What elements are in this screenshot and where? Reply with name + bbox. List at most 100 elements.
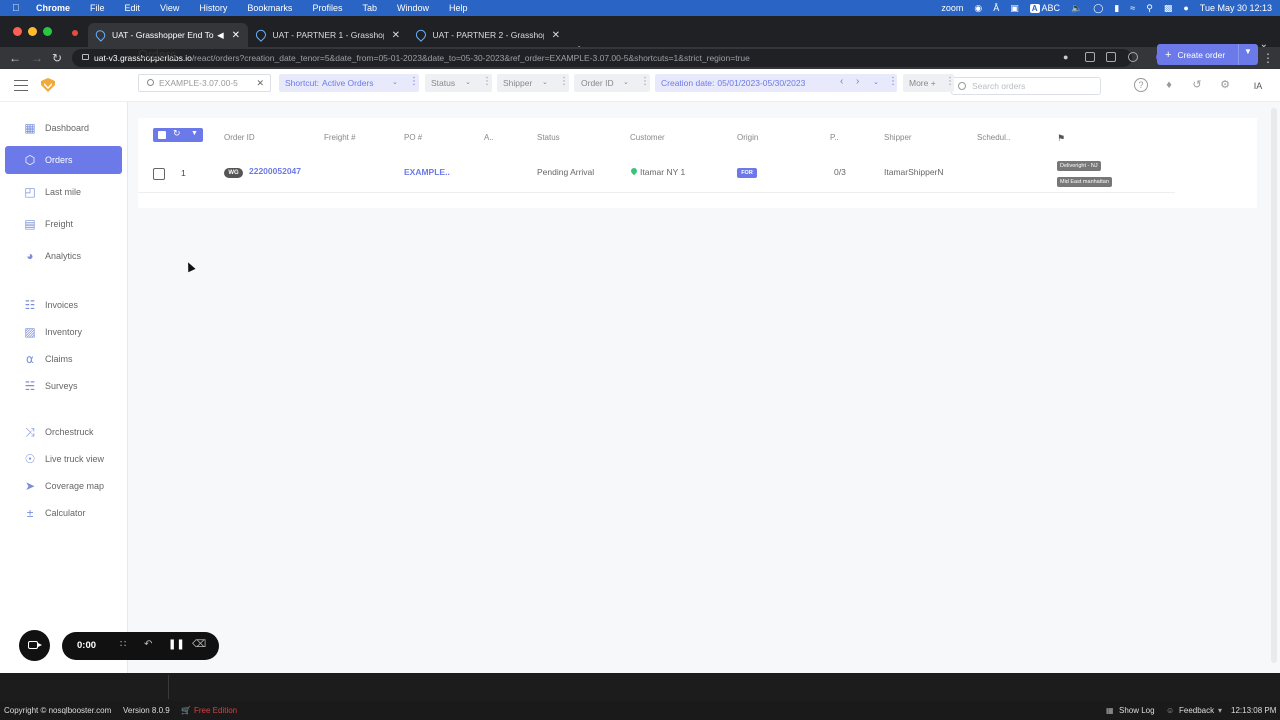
- column-header-po[interactable]: PO #: [404, 133, 422, 142]
- sidebar-item-calculator[interactable]: ± Calculator: [5, 499, 122, 527]
- clear-icon[interactable]: ✕: [256, 78, 264, 89]
- trash-icon[interactable]: ⌫: [192, 639, 206, 650]
- bookmark-star-icon[interactable]: [1128, 52, 1138, 62]
- record-status-icon[interactable]: ◉: [974, 3, 982, 14]
- control-center-icon[interactable]: ▩: [1164, 3, 1173, 14]
- undo-icon[interactable]: ↶: [144, 639, 152, 650]
- tab-close-icon[interactable]: ✕: [392, 30, 400, 41]
- bell-icon[interactable]: ♦: [1162, 78, 1176, 92]
- window-minimize-button[interactable]: [28, 27, 37, 36]
- menu-app-chrome[interactable]: Chrome: [36, 3, 70, 13]
- refresh-icon[interactable]: ↻: [173, 128, 181, 139]
- bluetooth-icon[interactable]: Å: [993, 3, 999, 13]
- column-header-customer[interactable]: Customer: [630, 133, 665, 142]
- menu-datetime[interactable]: Tue May 30 12:13: [1200, 3, 1272, 13]
- sidebar-item-coverage-map[interactable]: ➤ Coverage map: [5, 472, 122, 500]
- tab-close-icon[interactable]: ✕: [552, 30, 560, 41]
- volume-icon[interactable]: 🔈: [1071, 3, 1082, 14]
- shipper-filter[interactable]: Shipper ⌄ ⋮: [497, 74, 569, 92]
- sidebar-item-dashboard[interactable]: ▦ Dashboard: [5, 114, 122, 142]
- po-link[interactable]: EXAMPLE..: [404, 167, 450, 177]
- user-avatar[interactable]: IA: [1249, 77, 1267, 95]
- sidebar-item-claims[interactable]: ⍺ Claims: [5, 345, 122, 373]
- grasshopper-logo-icon[interactable]: [41, 78, 55, 92]
- column-header-shipper[interactable]: Shipper: [884, 133, 912, 142]
- hamburger-menu-icon[interactable]: [14, 80, 28, 91]
- column-header-status[interactable]: Status: [537, 133, 560, 142]
- gear-icon[interactable]: ⚙: [1218, 78, 1232, 92]
- back-arrow-icon[interactable]: ←: [9, 51, 21, 65]
- microphone-icon[interactable]: ●: [1063, 52, 1073, 62]
- more-vertical-icon[interactable]: ⋮: [640, 76, 650, 87]
- sidebar-item-inventory[interactable]: ▨ Inventory: [5, 318, 122, 346]
- row-checkbox[interactable]: [153, 168, 165, 180]
- column-header-pieces[interactable]: P..: [830, 133, 839, 142]
- tab-close-icon[interactable]: ✕: [232, 30, 240, 41]
- chevron-down-icon[interactable]: ▼: [191, 130, 198, 137]
- tab-audio-icon[interactable]: ◀: [217, 30, 224, 41]
- window-zoom-button[interactable]: [43, 27, 52, 36]
- column-header-a[interactable]: A..: [484, 133, 494, 142]
- menu-file[interactable]: File: [90, 3, 105, 13]
- column-header-scheduled[interactable]: Schedul..: [977, 133, 1010, 142]
- grammarly-icon[interactable]: ◯: [1093, 3, 1103, 14]
- select-all-checkbox[interactable]: [158, 131, 166, 139]
- address-bar[interactable]: uat-v3.grasshopperlabs.io/react/orders?c…: [72, 49, 1132, 67]
- help-icon[interactable]: ?: [1134, 78, 1148, 92]
- window-close-button[interactable]: [13, 27, 22, 36]
- sidebar-item-live-truck-view[interactable]: ☉ Live truck view: [5, 445, 122, 473]
- more-vertical-icon[interactable]: ⋮: [888, 76, 898, 87]
- sidebar-item-orders[interactable]: ⬡ Orders: [5, 146, 122, 174]
- menu-edit[interactable]: Edit: [125, 3, 141, 13]
- share-icon[interactable]: [1106, 52, 1116, 62]
- more-vertical-icon[interactable]: ⋮: [409, 76, 419, 87]
- cart-icon[interactable]: 🛒: [181, 706, 191, 715]
- bulk-select-button[interactable]: ↻ ▼: [153, 128, 203, 142]
- input-source-badge[interactable]: A: [1029, 4, 1040, 13]
- order-reference-filter-input[interactable]: EXAMPLE-3.07.00-5 ✕: [138, 74, 271, 92]
- column-header-origin[interactable]: Origin: [737, 133, 758, 142]
- menu-view[interactable]: View: [160, 3, 179, 13]
- order-id-link[interactable]: 22200052047: [249, 166, 301, 176]
- creation-date-filter[interactable]: Creation date: 05/01/2023-05/30/2023 ‹ ›…: [655, 74, 898, 92]
- menu-tab[interactable]: Tab: [362, 3, 377, 13]
- show-log-button[interactable]: Show Log: [1119, 706, 1155, 715]
- history-icon[interactable]: ↺: [1190, 78, 1204, 92]
- edition-link[interactable]: Free Edition: [194, 706, 237, 715]
- battery-icon[interactable]: ▮: [1114, 3, 1119, 14]
- pause-icon[interactable]: ❚❚: [168, 639, 185, 650]
- customer-name[interactable]: Itamar NY 1: [640, 167, 685, 177]
- create-order-button[interactable]: + Create order ▼: [1157, 44, 1258, 65]
- chevron-down-icon[interactable]: ⌄: [873, 78, 879, 86]
- search-orders-input[interactable]: Search orders: [951, 77, 1101, 95]
- menu-history[interactable]: History: [199, 3, 227, 13]
- vertical-scrollbar[interactable]: [1271, 108, 1277, 663]
- more-vertical-icon[interactable]: ⋮: [559, 76, 569, 87]
- install-app-icon[interactable]: [1085, 52, 1095, 62]
- tab-uat-partner-2[interactable]: UAT - PARTNER 2 - Grasshopp ✕: [408, 23, 568, 47]
- chevron-right-icon[interactable]: ›: [856, 76, 859, 87]
- more-filters-button[interactable]: More + ⋮: [903, 74, 955, 92]
- menu-bookmarks[interactable]: Bookmarks: [247, 3, 292, 13]
- sidebar-item-freight[interactable]: ▤ Freight: [5, 210, 122, 238]
- tab-uat-grasshopper[interactable]: UAT - Grasshopper End To ◀ ✕: [88, 23, 248, 47]
- chrome-menu-icon[interactable]: ⋮: [1262, 51, 1274, 65]
- wifi-icon[interactable]: ≈: [1130, 3, 1135, 13]
- status-filter[interactable]: Status ⌄ ⋮: [425, 74, 492, 92]
- reload-icon[interactable]: ↻: [52, 51, 62, 65]
- spotlight-search-icon[interactable]: ⚲: [1146, 3, 1153, 14]
- zoom-status-label[interactable]: zoom: [941, 3, 963, 13]
- menu-window[interactable]: Window: [397, 3, 429, 13]
- column-header-order-id[interactable]: Order ID: [224, 133, 255, 142]
- sidebar-item-last-mile[interactable]: ◰ Last mile: [5, 178, 122, 206]
- sidebar-item-invoices[interactable]: ☷ Invoices: [5, 291, 122, 319]
- sidebar-item-orchestruck[interactable]: ⤨ Orchestruck: [5, 418, 122, 446]
- sidebar-item-surveys[interactable]: ☵ Surveys: [5, 372, 122, 400]
- chevron-left-icon[interactable]: ‹: [840, 76, 843, 87]
- order-id-filter[interactable]: Order ID ⌄ ⋮: [574, 74, 650, 92]
- siri-icon[interactable]: ●: [1183, 3, 1188, 13]
- grid-icon[interactable]: ∷: [120, 639, 126, 650]
- more-vertical-icon[interactable]: ⋮: [482, 76, 492, 87]
- shortcut-filter[interactable]: Shortcut: Active Orders ⌄ ⋮: [279, 74, 419, 92]
- forward-arrow-icon[interactable]: →: [31, 51, 43, 65]
